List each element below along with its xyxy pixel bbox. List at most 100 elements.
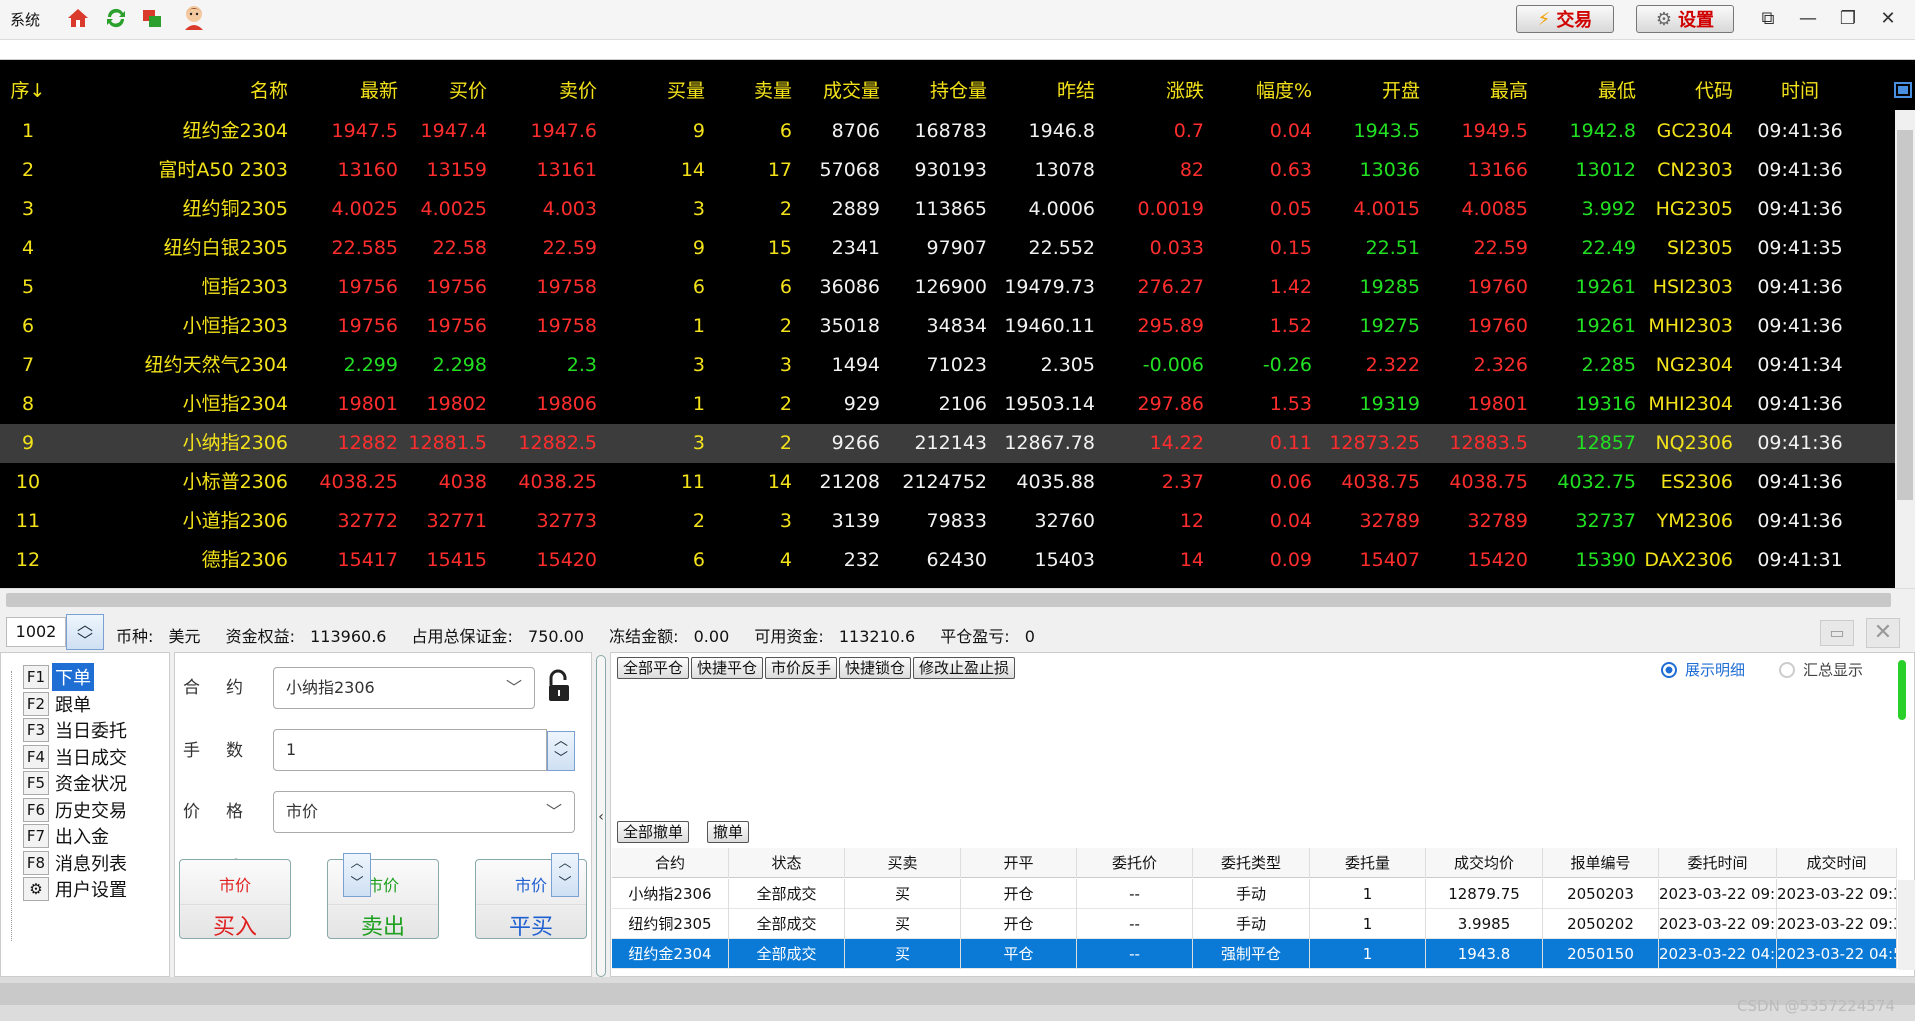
- menu-item-7[interactable]: F7 出入金: [23, 822, 112, 850]
- orders-header-avg-price[interactable]: 成交均价: [1426, 848, 1543, 878]
- quote-scroll-thumb[interactable]: [1897, 130, 1913, 500]
- buy-button[interactable]: 市价 买入: [179, 859, 291, 940]
- quote-header-high[interactable]: 最高: [1423, 72, 1528, 111]
- menu-item-6[interactable]: F6 历史交易: [23, 796, 130, 824]
- quote-header-prev-settle[interactable]: 昨结: [990, 72, 1095, 111]
- quote-cell-seq: 6: [21, 315, 35, 337]
- quote-row[interactable]: 8 小恒指2304 19801 19802 19806 1 2 929 2106 19503.14…: [0, 385, 1895, 424]
- summary-radio[interactable]: 汇总显示: [1779, 659, 1863, 680]
- quote-header-volume[interactable]: 成交量: [795, 72, 880, 111]
- windows-icon[interactable]: [140, 6, 164, 30]
- quote-horizontal-scrollbar[interactable]: [0, 588, 1915, 610]
- orders-header-order-price[interactable]: 委托价: [1077, 848, 1193, 878]
- orders-row[interactable]: 纽约金2304 全部成交买平仓 -- 强制平仓 1 1943.8 2050150 2023-0…: [612, 939, 1897, 969]
- orders-header-status[interactable]: 状态: [729, 848, 845, 878]
- quote-header-open-interest[interactable]: 持仓量: [882, 72, 987, 111]
- position-action-button[interactable]: 快捷锁仓: [839, 657, 912, 679]
- orders-header-fill-time[interactable]: 成交时间: [1777, 848, 1897, 878]
- quantity-stepper[interactable]: ︿ ﹀: [547, 731, 575, 771]
- menu-item-9[interactable]: ⚙ 用户设置: [23, 875, 130, 903]
- overlay-stepper[interactable]: ︿ ﹀: [343, 853, 371, 897]
- quote-header-low[interactable]: 最低: [1530, 72, 1636, 111]
- popout-icon[interactable]: ⧉: [1756, 8, 1780, 30]
- price-select[interactable]: 市价 ﹀: [273, 791, 575, 833]
- menu-item-5[interactable]: F5 资金状况: [23, 769, 130, 797]
- quote-row[interactable]: 7 纽约天然气2304 2.299 2.298 2.3 3 3 1494 71023 2.305 -…: [0, 346, 1895, 385]
- quote-row[interactable]: 3 纽约铜2305 4.0025 4.0025 4.003 3 2 2889 113865 4.0…: [0, 190, 1895, 229]
- menu-item-3[interactable]: F3 当日委托: [23, 716, 130, 744]
- quote-header-code[interactable]: 代码: [1638, 72, 1733, 111]
- panel-minimize-icon[interactable]: ▭: [1820, 620, 1854, 646]
- quote-header-open[interactable]: 开盘: [1315, 72, 1420, 111]
- orders-row[interactable]: 纽约铜2305 全部成交买开仓 -- 手动 1 3.9985 2050202 2023-03-…: [612, 909, 1897, 939]
- menu-item-2[interactable]: F2 跟单: [23, 690, 94, 718]
- refresh-icon[interactable]: [104, 6, 128, 30]
- quote-header-ask-vol[interactable]: 卖量: [708, 72, 792, 111]
- position-action-button[interactable]: 市价反手: [765, 657, 838, 679]
- orders-scrollbar[interactable]: [1898, 880, 1915, 970]
- quote-row[interactable]: 6 小恒指2303 19756 19756 19758 1 2 35018 34834 19460…: [0, 307, 1895, 346]
- panel-close-icon[interactable]: ✕: [1866, 618, 1900, 648]
- user-avatar-icon[interactable]: [180, 3, 208, 31]
- quote-row[interactable]: 11 小道指2306 32772 32771 32773 2 3 3139 79833 32760…: [0, 502, 1895, 541]
- quote-header-bid-vol[interactable]: 买量: [600, 72, 705, 111]
- column-settings-icon[interactable]: [1893, 80, 1913, 100]
- position-action-button[interactable]: 修改止盈止损: [913, 657, 1016, 679]
- quote-header-time[interactable]: 时间: [1740, 72, 1860, 111]
- trade-button[interactable]: ⚡ 交易: [1516, 5, 1614, 33]
- show-detail-radio[interactable]: 展示明细: [1661, 659, 1745, 680]
- account-stepper[interactable]: ︿ ﹀: [66, 614, 104, 650]
- orders-cell-fill-time: 2023-03-22 09:3: [1777, 879, 1897, 909]
- quote-header-seq[interactable]: 序↓: [8, 72, 48, 111]
- positions-scroll-indicator[interactable]: [1898, 660, 1906, 720]
- quantity-input[interactable]: 1: [273, 729, 547, 771]
- quote-row[interactable]: 4 纽约白银2305 22.585 22.58 22.59 9 15 2341 97907 22.…: [0, 229, 1895, 268]
- quote-cell-code: CN2303: [1657, 159, 1733, 181]
- quote-header-change[interactable]: 涨跌: [1098, 72, 1204, 111]
- orders-cell-open-close: 平仓: [961, 939, 1077, 969]
- quote-row[interactable]: 12 德指2306 15417 15415 15420 6 4 232 62430 15403 14…: [0, 541, 1895, 580]
- minimize-icon[interactable]: —: [1796, 8, 1820, 30]
- cancel-order-button[interactable]: 撤单: [707, 821, 750, 843]
- position-action-button[interactable]: 全部平仓: [617, 657, 690, 679]
- quote-header-name[interactable]: 名称: [70, 72, 288, 111]
- quote-header-bid[interactable]: 买价: [400, 72, 487, 111]
- quote-cell-high: 15420: [1467, 549, 1528, 571]
- position-action-button[interactable]: 快捷平仓: [691, 657, 764, 679]
- quote-row[interactable]: 2 富时A50 2303 13160 13159 13161 14 17 57068 93019…: [0, 151, 1895, 190]
- overlay-stepper-2[interactable]: ︿ ﹀: [551, 853, 579, 897]
- quote-row[interactable]: 9 小纳指2306 12882 12881.5 12882.5 3 2 9266 212143 1…: [0, 424, 1895, 463]
- orders-header-order-id[interactable]: 报单编号: [1543, 848, 1659, 878]
- menu-item-1[interactable]: F1 下单: [23, 663, 94, 691]
- restore-icon[interactable]: ❐: [1836, 8, 1860, 30]
- quote-row[interactable]: 5 恒指2303 19756 19756 19758 6 6 36086 126900 19479…: [0, 268, 1895, 307]
- orders-cell-order-type: 手动: [1193, 879, 1310, 909]
- orders-header-contract[interactable]: 合约: [612, 848, 729, 878]
- orders-header-order-qty[interactable]: 委托量: [1310, 848, 1426, 878]
- quote-header-last[interactable]: 最新: [290, 72, 398, 111]
- quote-cell-change-pct: 0.09: [1269, 549, 1312, 571]
- orders-row[interactable]: 小纳指2306 全部成交买开仓 -- 手动 1 12879.75 2050203 2023-0…: [612, 879, 1897, 909]
- orders-header-side[interactable]: 买卖: [845, 848, 961, 878]
- orders-header-open-close[interactable]: 开平: [961, 848, 1077, 878]
- cancel-all-button[interactable]: 全部撤单: [617, 821, 690, 843]
- menu-item-4[interactable]: F4 当日成交: [23, 743, 130, 771]
- quote-row[interactable]: 1 纽约金2304 1947.5 1947.4 1947.6 9 6 8706 168783 19…: [0, 112, 1895, 151]
- menu-item-label: 历史交易: [55, 800, 127, 822]
- orders-header-order-type[interactable]: 委托类型: [1193, 848, 1310, 878]
- orders-header-order-time[interactable]: 委托时间: [1659, 848, 1777, 878]
- quote-hscroll-thumb[interactable]: [6, 593, 1891, 607]
- collapse-handle[interactable]: ‹: [596, 655, 606, 977]
- close-icon[interactable]: ✕: [1876, 8, 1900, 30]
- unlock-icon[interactable]: [543, 669, 575, 705]
- system-menu[interactable]: 系统: [10, 9, 40, 30]
- quote-row[interactable]: 10 小标普2306 4038.25 4038 4038.25 11 14 21208 2124…: [0, 463, 1895, 502]
- quote-header-ask[interactable]: 卖价: [490, 72, 597, 111]
- home-icon[interactable]: [66, 6, 90, 30]
- quote-cell-open: 12873.25: [1329, 432, 1420, 454]
- menu-item-8[interactable]: F8 消息列表: [23, 849, 130, 877]
- quote-header-change-pct[interactable]: 幅度%: [1206, 72, 1312, 111]
- settings-button[interactable]: ⚙ 设置: [1636, 5, 1734, 33]
- contract-select[interactable]: 小纳指2306 ﹀: [273, 667, 535, 709]
- account-id-field[interactable]: 1002: [6, 617, 66, 647]
